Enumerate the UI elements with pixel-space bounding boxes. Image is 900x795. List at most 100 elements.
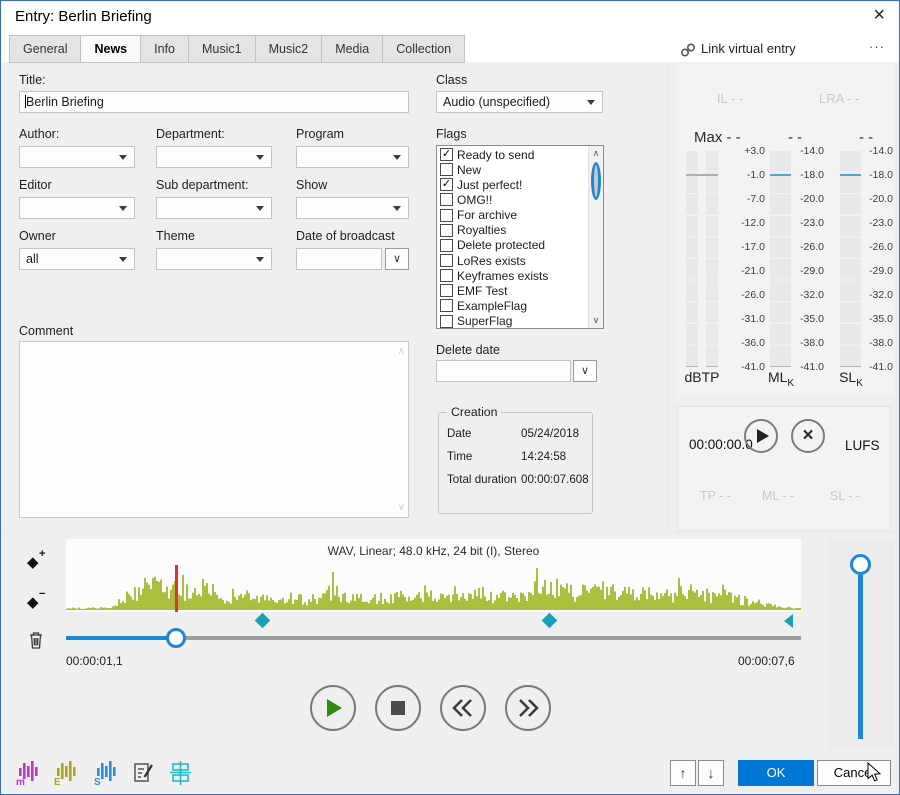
flag-label: EMF Test xyxy=(457,284,507,298)
flag-item[interactable]: ExampleFlag xyxy=(437,298,588,313)
max-dbtp-value: Max - - xyxy=(694,129,741,146)
music-audio-icon[interactable]: m xyxy=(16,759,40,792)
flag-item[interactable]: Keyframes exists xyxy=(437,268,588,283)
add-marker-button[interactable]: ◆ + xyxy=(27,553,39,571)
tab-collection[interactable]: Collection xyxy=(382,35,465,63)
checkbox[interactable] xyxy=(440,209,453,222)
owner-combo[interactable]: all xyxy=(19,248,135,270)
meter-tick: +3.0 xyxy=(744,145,765,157)
flag-item[interactable]: For archive xyxy=(437,208,588,223)
tab-news[interactable]: News xyxy=(80,35,141,63)
tab-music2[interactable]: Music2 xyxy=(255,35,323,63)
diamond-icon: ◆ xyxy=(27,554,39,571)
editor-label: Editor xyxy=(19,178,52,192)
wave-marker-icon[interactable] xyxy=(255,613,271,629)
flags-items: ✓Ready to sendNew✓Just perfect!OMG!!For … xyxy=(437,147,588,329)
edit-script-icon[interactable] xyxy=(132,761,156,790)
effects-audio-icon[interactable]: E xyxy=(54,759,78,792)
fast-forward-icon xyxy=(507,687,549,729)
tab-media[interactable]: Media xyxy=(321,35,383,63)
checkbox[interactable] xyxy=(440,224,453,237)
measure-play-button[interactable] xyxy=(744,419,778,453)
volume-slider-track[interactable] xyxy=(858,575,863,739)
more-options-icon[interactable]: ··· xyxy=(869,39,885,54)
scroll-up-icon[interactable]: ∧ xyxy=(589,148,603,159)
flag-item[interactable]: ✓Ready to send xyxy=(437,147,588,162)
move-down-button[interactable]: ↓ xyxy=(698,760,724,786)
meter-tick: -14.0 xyxy=(800,145,824,157)
max-sl-value: - - xyxy=(859,129,873,146)
play-button[interactable] xyxy=(310,685,356,731)
delete-date-input[interactable] xyxy=(436,360,571,382)
dbtp-meter-scale: +3.0-1.0-7.0-12.0-17.0-21.0-26.0-31.0-36… xyxy=(713,151,765,367)
checkbox[interactable] xyxy=(440,299,453,312)
speech-audio-icon[interactable]: S xyxy=(94,759,118,792)
remove-marker-button[interactable]: ◆ − xyxy=(27,593,39,611)
checkbox[interactable] xyxy=(440,239,453,252)
close-icon[interactable]: × xyxy=(873,4,885,27)
flag-item[interactable]: New xyxy=(437,162,588,177)
delete-audio-button[interactable] xyxy=(27,630,45,654)
checkbox[interactable]: ✓ xyxy=(440,148,453,161)
flag-item[interactable]: SuperFlag xyxy=(437,314,588,329)
delete-date-picker-button[interactable]: ∨ xyxy=(573,360,597,382)
link-virtual-entry-label[interactable]: Link virtual entry xyxy=(701,41,796,56)
checkbox[interactable] xyxy=(440,193,453,206)
arrange-entries-icon[interactable] xyxy=(170,761,194,790)
sl-meter-lines xyxy=(840,151,861,367)
sub-department-combo[interactable] xyxy=(156,197,272,219)
flag-item[interactable]: LoRes exists xyxy=(437,253,588,268)
tab-music1[interactable]: Music1 xyxy=(188,35,256,63)
meter-tick: -20.0 xyxy=(800,193,824,205)
rewind-button[interactable] xyxy=(440,685,486,731)
flag-item[interactable]: Royalties xyxy=(437,223,588,238)
department-combo[interactable] xyxy=(156,146,272,168)
flag-item[interactable]: ✓Just perfect! xyxy=(437,177,588,192)
volume-slider-thumb[interactable] xyxy=(850,554,871,575)
comment-textarea[interactable]: ∧ ∨ xyxy=(19,341,409,518)
program-combo[interactable] xyxy=(296,146,409,168)
forward-button[interactable] xyxy=(505,685,551,731)
flag-item[interactable]: OMG!! xyxy=(437,192,588,207)
measure-cancel-button[interactable]: × xyxy=(791,419,825,453)
checkbox[interactable] xyxy=(440,269,453,282)
waveform-display[interactable]: WAV, Linear; 48.0 kHz, 24 bit (I), Stere… xyxy=(66,539,801,612)
end-marker-icon[interactable] xyxy=(784,614,793,628)
theme-combo[interactable] xyxy=(156,248,272,270)
checkbox[interactable] xyxy=(440,163,453,176)
author-combo[interactable] xyxy=(19,146,135,168)
flags-scrollbar[interactable]: ∧ ∨ xyxy=(588,146,603,328)
sl-meter-label: SLK xyxy=(829,369,873,389)
flags-listbox[interactable]: ✓Ready to sendNew✓Just perfect!OMG!!For … xyxy=(436,145,604,329)
title-input[interactable]: Berlin Briefing xyxy=(19,91,409,113)
move-up-button[interactable]: ↑ xyxy=(670,760,696,786)
wave-marker-icon[interactable] xyxy=(542,613,558,629)
playback-cursor[interactable] xyxy=(175,565,178,612)
date-of-broadcast-picker-button[interactable]: ∨ xyxy=(385,248,409,270)
flag-item[interactable]: Delete protected xyxy=(437,238,588,253)
date-of-broadcast-input[interactable] xyxy=(296,248,382,270)
scroll-down-icon[interactable]: ∨ xyxy=(589,315,603,326)
dropdown-arrow-icon xyxy=(393,155,401,160)
ok-button[interactable]: OK xyxy=(738,760,814,786)
editor-combo[interactable] xyxy=(19,197,135,219)
player-time: 00:00:00.0 xyxy=(689,437,753,452)
meter-tick: -7.0 xyxy=(747,193,765,205)
creation-legend: Creation xyxy=(447,405,501,419)
scrollbar-thumb[interactable] xyxy=(591,162,601,200)
checkbox[interactable]: ✓ xyxy=(440,178,453,191)
tab-info[interactable]: Info xyxy=(140,35,189,63)
checkbox[interactable] xyxy=(440,315,453,328)
arrow-up-icon: ↑ xyxy=(680,765,687,781)
class-combo[interactable]: Audio (unspecified) xyxy=(436,91,603,113)
svg-text:E: E xyxy=(54,777,61,787)
stop-button[interactable] xyxy=(375,685,421,731)
checkbox[interactable] xyxy=(440,284,453,297)
show-combo[interactable] xyxy=(296,197,409,219)
flag-item[interactable]: EMF Test xyxy=(437,283,588,298)
seek-slider-thumb[interactable] xyxy=(166,628,186,648)
tab-general[interactable]: General xyxy=(9,35,81,63)
checkbox[interactable] xyxy=(440,254,453,267)
sl-value: SL - - xyxy=(830,489,860,503)
dropdown-arrow-icon xyxy=(256,155,264,160)
